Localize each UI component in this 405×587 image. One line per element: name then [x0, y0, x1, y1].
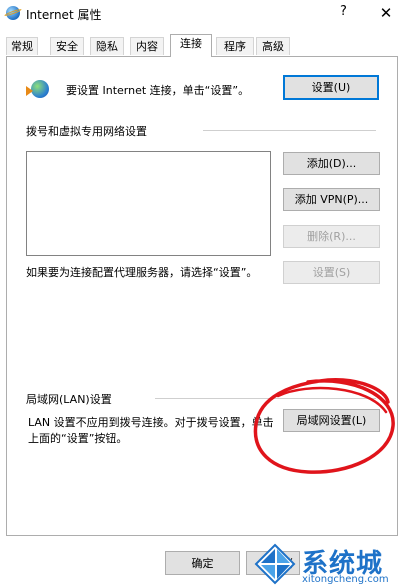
- annotation-circle: [253, 378, 395, 474]
- watermark: 系统城 xitongcheng.com: [250, 543, 405, 587]
- internet-options-icon: [6, 6, 20, 20]
- setup-description: 要设置 Internet 连接，单击“设置”。: [66, 84, 250, 97]
- title-bar: Internet 属性 ? ✕: [0, 0, 405, 28]
- close-button[interactable]: ✕: [374, 2, 398, 24]
- lan-heading: 局域网(LAN)设置: [26, 393, 112, 406]
- lan-description-line2: 上面的“设置”按钮。: [28, 432, 128, 445]
- lan-description-line1: LAN 设置不应用到拨号连接。对于拨号设置，单击: [28, 416, 274, 429]
- tab-content[interactable]: 内容: [130, 37, 164, 55]
- internet-globe-icon: [26, 80, 49, 100]
- remove-button[interactable]: 删除(R)...: [283, 225, 380, 248]
- watermark-url: xitongcheng.com: [302, 574, 389, 585]
- help-button[interactable]: ?: [340, 4, 347, 19]
- dialup-divider: [203, 130, 376, 131]
- brand-logo-icon: [254, 543, 296, 585]
- setup-button[interactable]: 设置(U): [283, 75, 379, 100]
- add-vpn-button[interactable]: 添加 VPN(P)...: [283, 188, 380, 211]
- window-title: Internet 属性: [26, 8, 102, 22]
- tab-connections[interactable]: 连接: [170, 34, 212, 57]
- tab-security[interactable]: 安全: [50, 37, 84, 55]
- tab-privacy[interactable]: 隐私: [90, 37, 124, 55]
- dialup-heading: 拨号和虚拟专用网络设置: [26, 125, 147, 138]
- tab-programs[interactable]: 程序: [216, 37, 254, 55]
- proxy-description: 如果要为连接配置代理服务器，请选择“设置”。: [26, 266, 258, 279]
- dialup-settings-button[interactable]: 设置(S): [283, 261, 380, 284]
- add-button[interactable]: 添加(D)...: [283, 152, 380, 175]
- connections-listbox[interactable]: [26, 151, 271, 256]
- tab-advanced[interactable]: 高级: [256, 37, 290, 55]
- tab-general[interactable]: 常规: [6, 37, 38, 55]
- ok-button[interactable]: 确定: [165, 551, 240, 575]
